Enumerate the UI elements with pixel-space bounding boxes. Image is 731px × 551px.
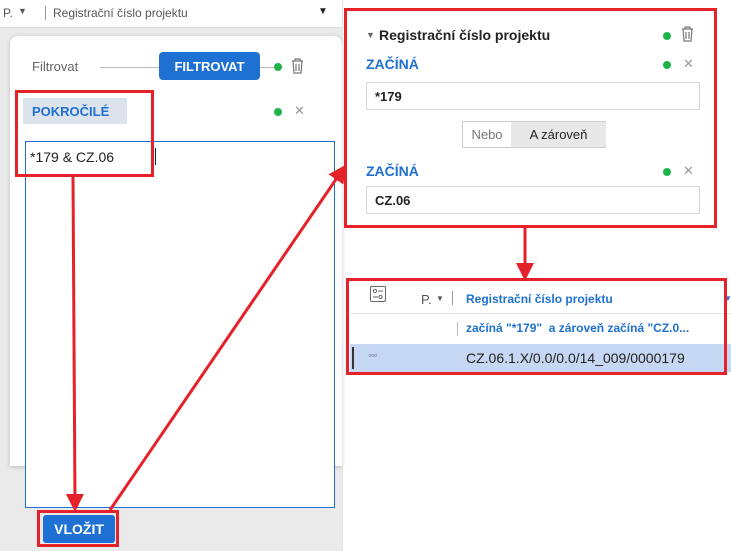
vlozit-button[interactable]: VLOŽIT	[43, 515, 115, 543]
column-settings-icon[interactable]	[370, 286, 386, 302]
filter-summary-text[interactable]: začíná "*179" a zároveň začíná "CZ.0...	[466, 321, 689, 335]
panel-status-dot	[663, 32, 671, 40]
condition1-value-field[interactable]	[366, 82, 700, 110]
row-selection-marker	[352, 347, 354, 369]
row-actions-icon[interactable]: ◦◦◦	[368, 350, 378, 362]
panel-trash-icon[interactable]	[681, 26, 694, 42]
column-title: Registrační číslo projektu	[53, 6, 188, 20]
filter-status-dot	[274, 63, 282, 71]
column-short-label: P.	[3, 6, 13, 20]
row-registration-number: CZ.06.1.X/0.0/0.0/14_009/0000179	[466, 350, 685, 366]
filter-summary-divider	[457, 322, 458, 336]
panel-divider	[342, 0, 343, 551]
advanced-status-dot	[274, 108, 282, 116]
collapse-icon[interactable]: ▼	[366, 30, 375, 40]
table-column-short: P.	[421, 292, 432, 307]
filter-panel-title: Registrační číslo projektu	[379, 27, 551, 43]
condition2-operator[interactable]: ZAČÍNÁ	[366, 163, 419, 179]
condition2-status-dot	[663, 168, 671, 176]
table-column-menu-icon[interactable]: ▼	[724, 294, 731, 303]
table-row[interactable]: ◦◦◦ CZ.06.1.X/0.0/0.0/14_009/0000179	[350, 344, 731, 372]
table-header: P. ▼ Registrační číslo projektu ▼	[350, 283, 731, 313]
column-sort-icon[interactable]: ▼	[18, 6, 27, 16]
table-column-title[interactable]: Registrační číslo projektu	[466, 292, 613, 306]
condition2-remove-icon[interactable]: ✕	[683, 164, 694, 177]
advanced-close-icon[interactable]: ✕	[294, 104, 305, 117]
column-menu-icon[interactable]: ▼	[318, 6, 328, 17]
filtrovat-button[interactable]: FILTROVAT	[159, 52, 260, 80]
logic-toggle: Nebo A zároveň	[462, 121, 606, 148]
table-sort-icon[interactable]: ▼	[436, 294, 444, 303]
logic-or-button[interactable]: Nebo	[463, 122, 511, 147]
condition1-operator[interactable]: ZAČÍNÁ	[366, 56, 419, 72]
table-column-divider	[452, 291, 453, 305]
filter-label: Filtrovat	[32, 59, 79, 74]
left-column-header: P. ▼ Registrační číslo projektu ▼	[0, 0, 342, 28]
advanced-textarea-value: *179 & CZ.06	[30, 149, 115, 165]
advanced-textarea[interactable]: *179 & CZ.06	[25, 141, 335, 508]
condition1-status-dot	[663, 61, 671, 69]
text-cursor	[155, 148, 156, 165]
column-divider	[45, 6, 46, 20]
trash-icon[interactable]	[291, 58, 304, 74]
logic-and-button[interactable]: A zároveň	[511, 122, 606, 147]
advanced-tab-label: POKROČILÉ	[32, 104, 110, 119]
condition1-remove-icon[interactable]: ✕	[683, 57, 694, 70]
filter-summary-row: začíná "*179" a zároveň začíná "CZ.0...	[350, 314, 731, 342]
condition2-value-field[interactable]	[366, 186, 700, 214]
